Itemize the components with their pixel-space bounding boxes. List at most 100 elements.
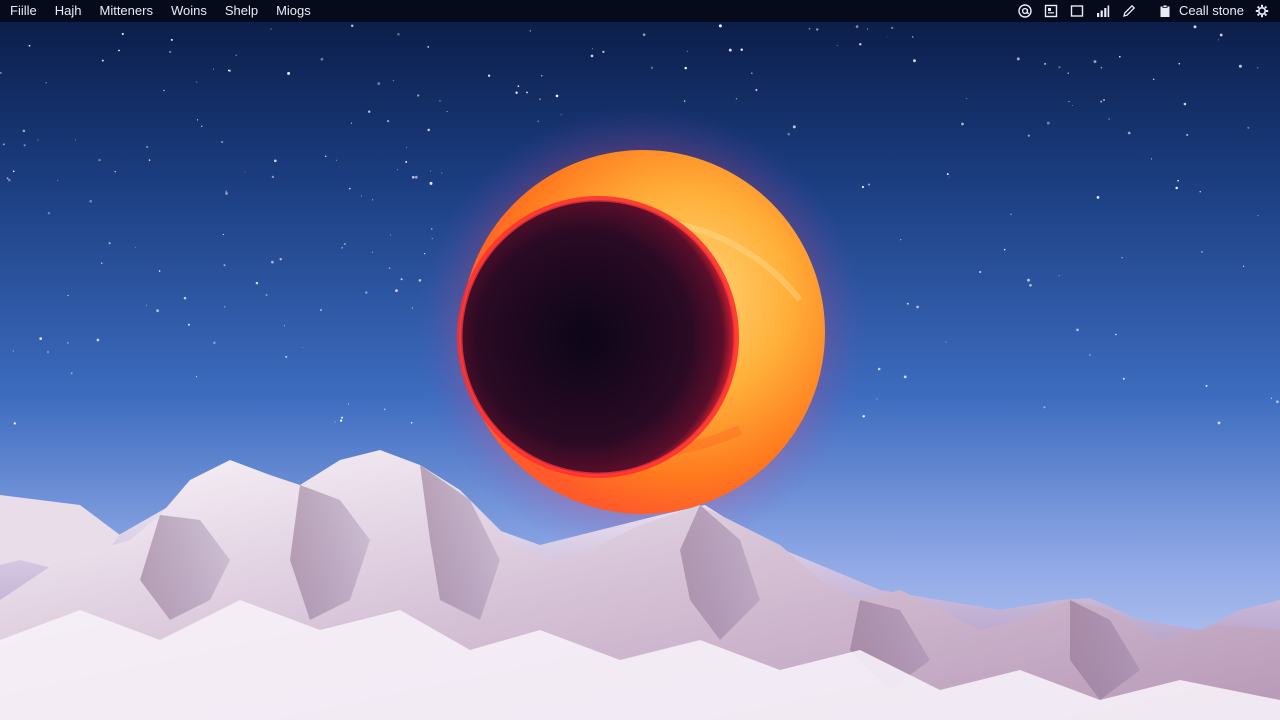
star: [1043, 406, 1046, 409]
star: [446, 111, 448, 113]
star: [429, 170, 431, 172]
menu-item-6[interactable]: Miogs: [276, 0, 311, 22]
star: [57, 179, 59, 181]
star: [441, 172, 443, 174]
gear-icon[interactable]: [1254, 3, 1270, 19]
star: [526, 91, 528, 94]
star: [916, 305, 919, 309]
star: [255, 281, 259, 285]
star: [341, 246, 344, 249]
star: [271, 175, 275, 179]
star: [1046, 121, 1050, 125]
star: [728, 48, 732, 52]
star: [271, 260, 274, 264]
star: [101, 262, 103, 264]
star: [537, 120, 539, 122]
star: [900, 239, 902, 241]
star: [284, 325, 286, 327]
star: [222, 233, 225, 236]
star: [118, 49, 120, 52]
menu-item-file[interactable]: Fiille: [10, 0, 37, 22]
star: [1219, 33, 1223, 37]
star: [946, 173, 949, 176]
star: [642, 33, 646, 37]
star: [319, 309, 323, 312]
star: [718, 24, 722, 28]
status-text[interactable]: Ceall stone: [1179, 0, 1244, 22]
star: [28, 44, 31, 47]
star: [89, 200, 92, 203]
star: [1183, 102, 1187, 106]
star: [555, 94, 559, 98]
star: [1175, 186, 1178, 190]
star: [12, 170, 15, 173]
star: [201, 125, 203, 127]
star: [683, 100, 686, 102]
star: [906, 302, 909, 305]
pen-icon[interactable]: [1121, 3, 1137, 19]
star: [196, 119, 199, 121]
star: [285, 355, 288, 358]
star: [560, 114, 562, 116]
star: [1193, 25, 1197, 29]
star: [279, 257, 282, 261]
star: [301, 347, 303, 349]
star: [383, 408, 386, 411]
star: [836, 45, 838, 47]
star: [287, 71, 291, 75]
star: [1257, 214, 1259, 217]
star: [344, 243, 346, 245]
at-sign-icon[interactable]: [1017, 3, 1033, 19]
star: [45, 82, 47, 84]
signal-bars-icon[interactable]: [1095, 3, 1111, 19]
star: [948, 176, 950, 178]
star: [265, 294, 268, 296]
star: [862, 415, 865, 418]
star: [735, 98, 738, 100]
star: [1152, 78, 1155, 81]
star: [334, 421, 336, 423]
star: [1243, 265, 1245, 267]
menu-item-3[interactable]: Mitteners: [99, 0, 152, 22]
desktop: Fiille Hajh Mitteners Woins Shelp Miogs: [0, 0, 1280, 720]
star: [755, 88, 758, 92]
star: [602, 50, 605, 54]
star: [417, 94, 420, 97]
menu-item-2[interactable]: Hajh: [55, 0, 82, 22]
star: [439, 100, 441, 102]
star: [429, 181, 433, 185]
star: [134, 246, 136, 248]
window-icon[interactable]: [1069, 3, 1085, 19]
star: [751, 72, 753, 74]
star: [156, 309, 160, 313]
star: [911, 36, 914, 38]
star: [1276, 400, 1279, 404]
star: [431, 238, 433, 240]
clipboard-icon[interactable]: [1157, 3, 1173, 19]
star: [427, 128, 430, 132]
star: [1201, 251, 1203, 253]
calendar-icon[interactable]: [1043, 3, 1059, 19]
star: [961, 122, 964, 126]
star: [859, 43, 862, 46]
star: [515, 91, 518, 94]
star: [886, 36, 888, 38]
star: [1076, 328, 1079, 332]
star: [423, 252, 426, 255]
star: [590, 54, 594, 58]
star: [1058, 275, 1060, 277]
star: [235, 54, 238, 57]
star: [1016, 57, 1020, 61]
star: [146, 304, 148, 306]
star: [395, 289, 398, 292]
menu-bar: Fiille Hajh Mitteners Woins Shelp Miogs: [0, 0, 1280, 22]
star: [22, 129, 26, 133]
star: [1103, 99, 1105, 101]
star: [414, 175, 418, 179]
star: [541, 75, 543, 77]
menu-item-4[interactable]: Woins: [171, 0, 207, 22]
star: [270, 28, 272, 30]
star: [1121, 257, 1123, 259]
star: [47, 212, 51, 215]
menu-item-help[interactable]: Shelp: [225, 0, 258, 22]
